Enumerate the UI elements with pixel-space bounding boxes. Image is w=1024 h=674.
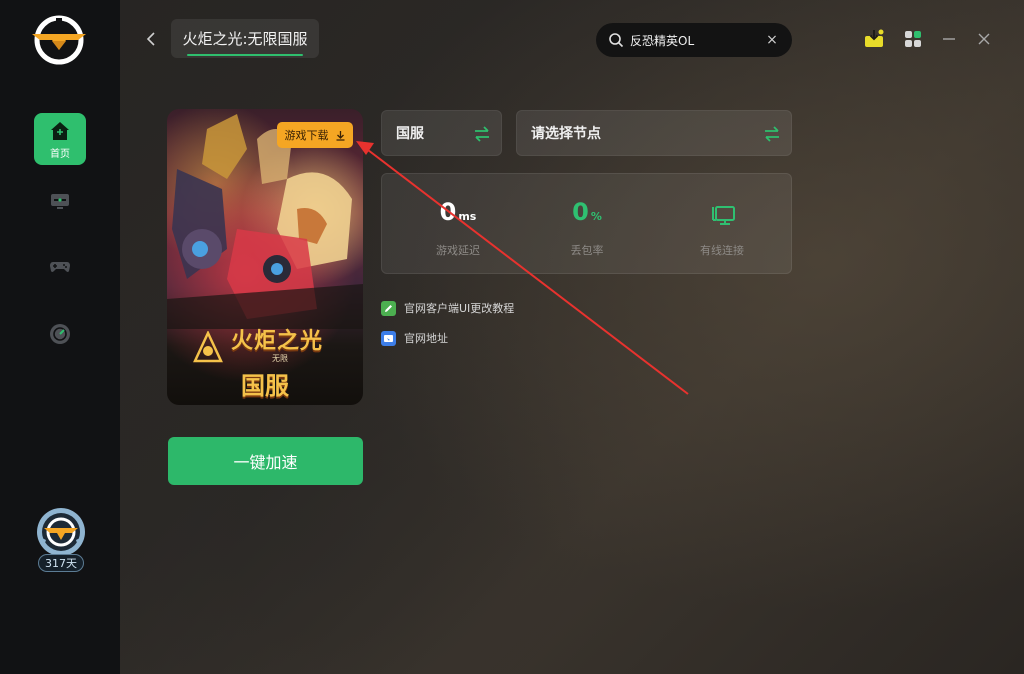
packet-loss-stat: 0% 丢包率 (527, 174, 647, 274)
search-icon (609, 33, 624, 48)
swap-arrows-icon (475, 126, 489, 142)
search-box: × (596, 23, 792, 57)
browser-icon (381, 330, 396, 346)
accelerator-app-window: 首页 317天 火炬之光:无限国服 反恐精英OL × 火炬之光 无限 国服 游戏… (0, 0, 1024, 674)
cover-logo-region: 国服 (241, 372, 289, 400)
game-download-button[interactable]: 游戏下载 (277, 122, 353, 148)
back-chevron-icon[interactable] (140, 28, 162, 50)
ui-tutorial-link-label: 官网客户端UI更改教程 (404, 302, 515, 315)
search-clear-button[interactable]: × (764, 32, 780, 48)
grid-menu-icon[interactable] (902, 28, 924, 50)
minimize-icon[interactable] (938, 28, 960, 50)
latency-label: 游戏延迟 (436, 244, 480, 257)
latency-value: 0 (439, 198, 457, 226)
packet-loss-value: 0 (572, 198, 589, 226)
swap-arrows-icon (765, 126, 779, 142)
node-selector[interactable]: 请选择节点 (516, 110, 792, 156)
sidebar-item-home[interactable]: 首页 (34, 113, 86, 165)
vip-avatar-icon (37, 508, 85, 556)
annotation-arrow (356, 141, 689, 395)
packet-loss-label: 丢包率 (570, 244, 604, 257)
ui-tutorial-link[interactable]: 官网客户端UI更改教程 (381, 300, 514, 316)
download-tray-icon[interactable] (863, 28, 885, 50)
cover-logo-title: 火炬之光 (230, 329, 323, 354)
game-cover-image: 火炬之光 无限 国服 (167, 109, 363, 405)
network-stats-panel: 0 ms 游戏延迟 0% 丢包率 有线连接 (381, 173, 792, 274)
edit-icon (381, 300, 396, 316)
search-input[interactable] (630, 33, 760, 47)
sidebar-item-speed[interactable] (34, 308, 86, 360)
latency-stat: 0 ms 游戏延迟 (398, 174, 518, 274)
region-selector-label: 国服 (396, 126, 424, 142)
user-avatar[interactable]: 317天 (34, 506, 88, 574)
game-title-tab[interactable]: 火炬之光:无限国服 (171, 19, 319, 58)
sidebar-item-gamepad[interactable] (34, 240, 86, 292)
sidebar: 首页 317天 (0, 0, 120, 674)
region-selector[interactable]: 国服 (381, 110, 502, 156)
sidebar-item-label: 首页 (50, 148, 70, 160)
gamepad-icon (50, 262, 70, 272)
connection-label: 有线连接 (700, 244, 744, 257)
home-icon (51, 121, 69, 140)
official-site-link-label: 官网地址 (404, 332, 448, 345)
speedometer-icon (50, 324, 70, 344)
download-arrow-icon (336, 130, 344, 141)
node-selector-label: 请选择节点 (531, 126, 601, 142)
connection-stat: 有线连接 (662, 174, 782, 274)
monitor-icon (51, 194, 69, 209)
packet-loss-unit: % (590, 210, 602, 223)
vip-days-badge: 317天 (38, 554, 84, 572)
accelerate-button[interactable]: 一键加速 (168, 437, 363, 485)
sidebar-item-monitor[interactable] (34, 175, 86, 227)
game-download-label: 游戏下载 (284, 129, 329, 142)
latency-unit: ms (458, 210, 477, 223)
app-logo (32, 15, 86, 65)
official-site-link[interactable]: 官网地址 (381, 330, 448, 346)
close-icon[interactable] (973, 28, 995, 50)
wired-connection-icon (712, 206, 735, 225)
